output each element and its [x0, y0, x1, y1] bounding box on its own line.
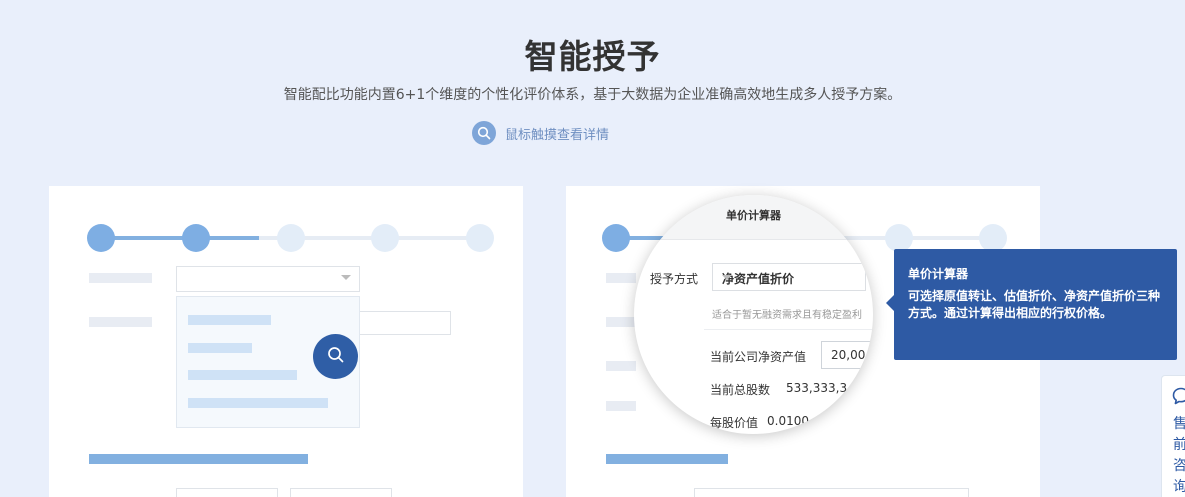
step-5 — [979, 224, 1007, 252]
mock-input[interactable] — [176, 488, 278, 497]
step-2 — [182, 224, 210, 252]
chevron-down-icon — [722, 275, 732, 280]
net-asset-input[interactable]: 20,00 — [821, 341, 873, 369]
form-label-placeholder — [606, 401, 636, 411]
hover-hint-label: 鼠标触摸查看详情 — [505, 127, 610, 143]
total-shares-label: 当前总股数 — [710, 383, 771, 397]
presale-consult-label: 售前咨询 — [1173, 416, 1185, 495]
step-4 — [371, 224, 399, 252]
magnifier-lens: 单价计算器 授予方式 净资产值折价 适合于暂无融资需求且有稳定盈利 当前公司净资… — [634, 195, 873, 434]
chevron-down-icon — [341, 275, 351, 280]
zoom-button[interactable] — [313, 334, 358, 379]
tooltip-title: 单价计算器 — [908, 267, 969, 281]
form-label-placeholder — [606, 361, 636, 371]
grant-method-select[interactable]: 净资产值折价 — [712, 263, 866, 291]
step-1 — [87, 224, 115, 252]
form-label-placeholder — [89, 273, 152, 283]
mock-select[interactable] — [176, 266, 360, 292]
dropdown-option — [188, 343, 252, 353]
hover-hint[interactable]: 鼠标触摸查看详情 — [472, 121, 609, 145]
step-1 — [602, 224, 630, 252]
presale-consult-widget[interactable]: 售前咨询 — [1161, 375, 1185, 497]
price-per-share-value: 0.0100 — [767, 414, 809, 428]
total-shares-value: 533,333,3 — [786, 381, 848, 395]
step-3 — [277, 224, 305, 252]
calculator-header: 单价计算器 — [634, 195, 873, 240]
step-4 — [885, 224, 913, 252]
calculator-tooltip: 单价计算器 可选择原值转让、估值折价、净资产值折价三种方式。通过计算得出相应的行… — [886, 249, 1177, 360]
mock-input[interactable] — [356, 311, 451, 335]
mock-input[interactable] — [694, 488, 969, 497]
dropdown-option — [188, 398, 328, 408]
net-asset-label: 当前公司净资产值 — [710, 350, 807, 364]
page-title: 智能授予 — [524, 37, 661, 76]
divider — [704, 329, 873, 330]
form-label-placeholder — [606, 273, 636, 283]
page-subtitle: 智能配比功能内置6+1个维度的个性化评价体系，基于大数据为企业准确高效地生成多人… — [283, 87, 902, 103]
form-label-placeholder — [606, 317, 636, 327]
smart-grant-wizard-card — [49, 186, 523, 497]
search-icon — [472, 121, 496, 145]
grant-method-label: 授予方式 — [650, 272, 699, 286]
step-5 — [466, 224, 494, 252]
grant-method-hint: 适合于暂无融资需求且有稳定盈利 — [712, 310, 862, 321]
search-icon — [327, 346, 345, 368]
net-asset-value: 20,00 — [831, 348, 866, 362]
progress-fill — [101, 236, 259, 240]
dropdown-option — [188, 315, 271, 325]
tooltip-body: 可选择原值转让、估值折价、净资产值折价三种方式。通过计算得出相应的行权价格。 — [908, 289, 1161, 320]
form-label-placeholder — [89, 317, 152, 327]
price-per-share-label: 每股价值 — [710, 416, 759, 430]
grant-method-value: 净资产值折价 — [722, 272, 795, 286]
section-bar — [606, 454, 728, 464]
section-bar — [89, 454, 308, 464]
dropdown-option — [188, 370, 297, 380]
mock-input[interactable] — [290, 488, 392, 497]
chat-icon — [1171, 386, 1185, 410]
